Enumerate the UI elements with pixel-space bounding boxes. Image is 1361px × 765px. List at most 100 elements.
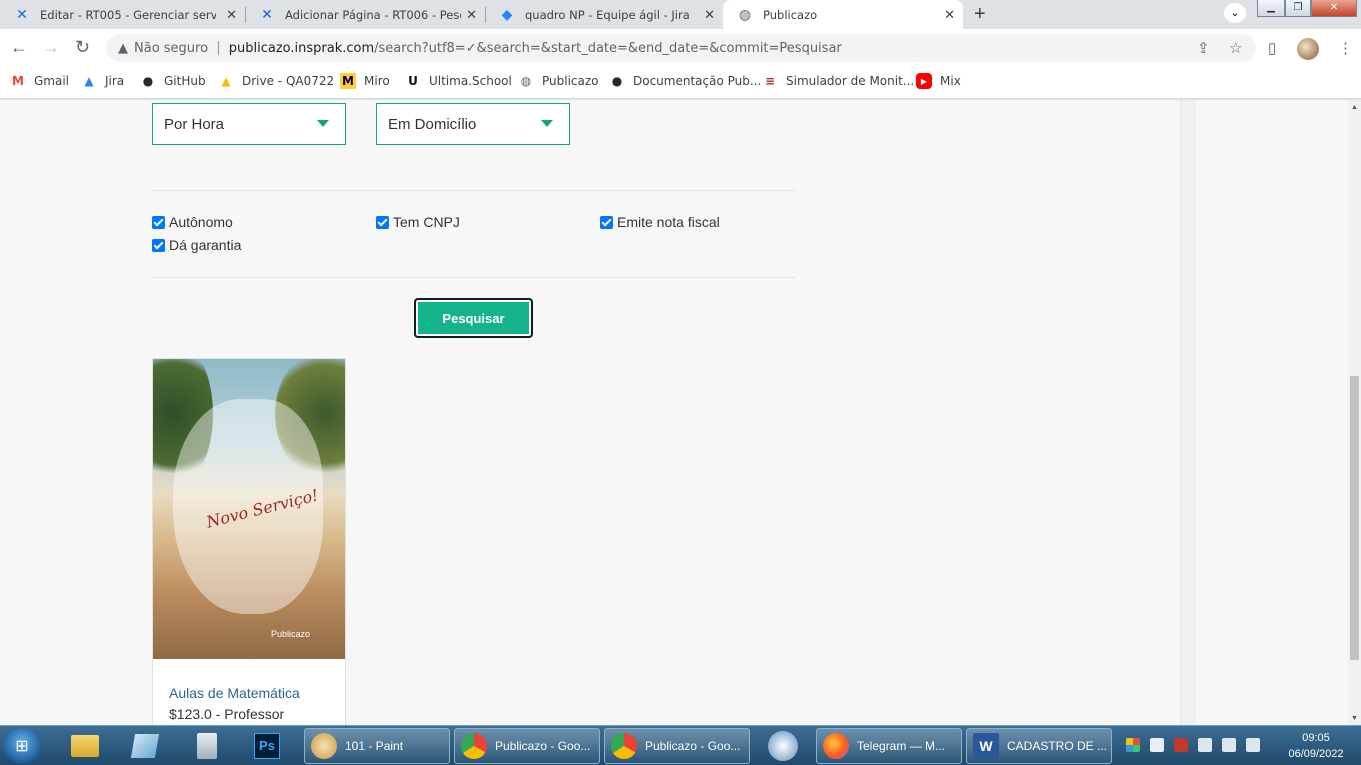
taskbar-window-telegram[interactable]: Telegram — M... — [816, 728, 962, 764]
outlook-icon[interactable] — [762, 729, 804, 763]
scroll-down-icon[interactable]: ▼ — [1351, 715, 1358, 722]
bookmark-ultima[interactable]: U Ultima.School — [405, 73, 512, 89]
divider — [152, 277, 795, 278]
reload-icon[interactable]: ↻ — [75, 37, 90, 58]
bookmark-label: Ultima.School — [429, 74, 512, 88]
period-select[interactable]: Por Hora — [152, 103, 346, 145]
jira-icon: ◆ — [501, 6, 513, 22]
calculator-icon[interactable] — [188, 729, 226, 763]
minimize-button[interactable]: ▁ — [1257, 0, 1285, 17]
menu-icon[interactable]: ⋮ — [1338, 39, 1353, 57]
explorer-icon[interactable] — [66, 729, 104, 763]
forward-arrow-icon[interactable]: → — [42, 37, 60, 58]
word-icon: W — [973, 733, 999, 759]
layout-gutter — [1180, 100, 1196, 725]
new-tab-button[interactable]: + — [974, 3, 986, 26]
volume-muted-icon[interactable] — [1246, 738, 1260, 752]
checkbox-da-garantia[interactable]: Dá garantia — [152, 237, 241, 253]
page-scrollbar[interactable]: ▲ ▼ — [1348, 100, 1361, 725]
side-panel-icon[interactable]: ▯ — [1268, 39, 1276, 57]
taskbar-window-word[interactable]: W CADASTRO DE ... — [966, 728, 1112, 764]
bookmark-publicazo[interactable]: ◍ Publicazo — [518, 73, 599, 89]
chrome-icon — [461, 733, 487, 759]
location-select[interactable]: Em Domicílio — [376, 103, 570, 145]
checkbox-checked[interactable] — [376, 215, 389, 229]
checkbox-autonomo[interactable]: Autônomo — [152, 214, 233, 230]
taskbar-window-chrome-2[interactable]: Publicazo - Goo... — [604, 728, 750, 764]
scroll-up-icon[interactable]: ▲ — [1351, 104, 1358, 111]
checkbox-label: Emite nota fiscal — [617, 214, 720, 230]
service-image[interactable]: Novo Serviço! Publicazo — [153, 359, 345, 659]
warning-icon: ▲ — [118, 40, 128, 56]
checkbox-label: Autônomo — [169, 214, 233, 230]
share-icon[interactable]: ⇪ — [1197, 39, 1210, 57]
bookmark-label: Documentação Pub... — [633, 74, 762, 88]
taskbar-window-chrome-1[interactable]: Publicazo - Goo... — [454, 728, 600, 764]
warning-flag-icon[interactable] — [1174, 738, 1188, 752]
bookmark-mix[interactable]: ▶ Mix — [916, 73, 961, 89]
globe-icon: ◍ — [738, 6, 752, 22]
chrome-icon — [611, 733, 637, 759]
tab-rt005[interactable]: ✕ Editar - RT005 - Gerenciar serviço ✕ — [0, 0, 245, 29]
globe-icon: ◍ — [520, 74, 532, 88]
taskbar-clock[interactable]: 09:05 06/09/2022 — [1277, 730, 1355, 762]
tab-jira[interactable]: ◆ quadro NP - Equipe ágil - Jira ✕ — [485, 0, 723, 29]
github-icon: ● — [611, 74, 623, 88]
bookmark-label: Simulador de Monit... — [786, 74, 915, 88]
ultima-icon: U — [408, 74, 418, 88]
start-button[interactable]: ⊞ — [3, 728, 41, 764]
close-icon[interactable]: ✕ — [466, 7, 477, 23]
checkbox-emite-nota[interactable]: Emite nota fiscal — [600, 214, 720, 230]
star-icon[interactable]: ☆ — [1229, 39, 1242, 57]
service-title-link[interactable]: Aulas de Matemática — [169, 685, 300, 701]
device-icon[interactable] — [1198, 738, 1212, 752]
location-select-value: Em Domicílio — [388, 115, 477, 133]
bookmark-label: Drive - QA0722 — [242, 74, 335, 88]
window-label: Publicazo - Goo... — [495, 739, 591, 753]
bookmark-drive[interactable]: ▲ Drive - QA0722 — [218, 73, 334, 89]
url-path: /search?utf8=✓&search=&start_date=&end_d… — [374, 40, 842, 56]
tab-rt006[interactable]: ✕ Adicionar Página - RT006 - Pesqu ✕ — [245, 0, 485, 29]
caret-down-icon — [317, 120, 329, 127]
tab-publicazo[interactable]: ◍ Publicazo ✕ — [723, 0, 963, 29]
checkbox-checked[interactable] — [152, 215, 165, 229]
notes-icon[interactable] — [126, 729, 164, 763]
clock-date: 06/09/2022 — [1288, 748, 1344, 760]
search-button[interactable]: Pesquisar — [414, 298, 533, 338]
apps-icon[interactable] — [1126, 738, 1140, 752]
image-brand-text: Publicazo — [271, 629, 311, 639]
bookmark-miro[interactable]: M Miro — [340, 73, 390, 89]
close-window-button[interactable]: ✕ — [1311, 0, 1357, 17]
divider — [152, 190, 795, 191]
bookmark-label: Gmail — [34, 74, 70, 88]
checkbox-checked[interactable] — [600, 215, 613, 229]
bookmark-jira[interactable]: ▲ Jira — [81, 73, 124, 89]
bookmark-documentacao[interactable]: ● Documentação Pub... — [609, 73, 762, 89]
tab-title: quadro NP - Equipe ágil - Jira — [525, 7, 690, 22]
drive-icon[interactable] — [1150, 738, 1164, 752]
drive-icon: ▲ — [221, 74, 231, 88]
photoshop-icon[interactable]: Ps — [248, 729, 286, 763]
address-bar[interactable]: ▲ Não seguro | publicazo.insprak.com/sea… — [106, 34, 1256, 62]
clock-time: 09:05 — [1302, 732, 1330, 744]
url-text: publicazo.insprak.com/search?utf8=✓&sear… — [229, 41, 842, 56]
service-card[interactable]: Novo Serviço! Publicazo Aulas de Matemát… — [152, 358, 346, 725]
back-arrow-icon[interactable]: ← — [10, 37, 28, 58]
close-icon[interactable]: ✕ — [226, 7, 237, 23]
bookmark-label: GitHub — [164, 74, 206, 88]
maximize-button[interactable]: ❐ — [1285, 0, 1311, 17]
close-icon[interactable]: ✕ — [944, 7, 955, 23]
profile-avatar[interactable] — [1297, 38, 1319, 60]
tab-title: Publicazo — [763, 7, 818, 22]
bookmark-github[interactable]: ● GitHub — [140, 73, 206, 89]
bookmark-gmail[interactable]: M Gmail — [10, 73, 69, 89]
taskbar-window-paint[interactable]: 101 - Paint — [304, 728, 450, 764]
bookmark-simulador[interactable]: ≡ Simulador de Monit... — [762, 73, 914, 89]
close-icon[interactable]: ✕ — [704, 7, 715, 23]
scroll-thumb[interactable] — [1350, 376, 1359, 660]
service-price: $123.0 - Professor — [169, 706, 285, 722]
checkbox-checked[interactable] — [152, 238, 165, 252]
network-icon[interactable] — [1222, 738, 1236, 752]
checkbox-tem-cnpj[interactable]: Tem CNPJ — [376, 214, 460, 230]
tab-search-button[interactable]: ⌄ — [1224, 3, 1246, 23]
